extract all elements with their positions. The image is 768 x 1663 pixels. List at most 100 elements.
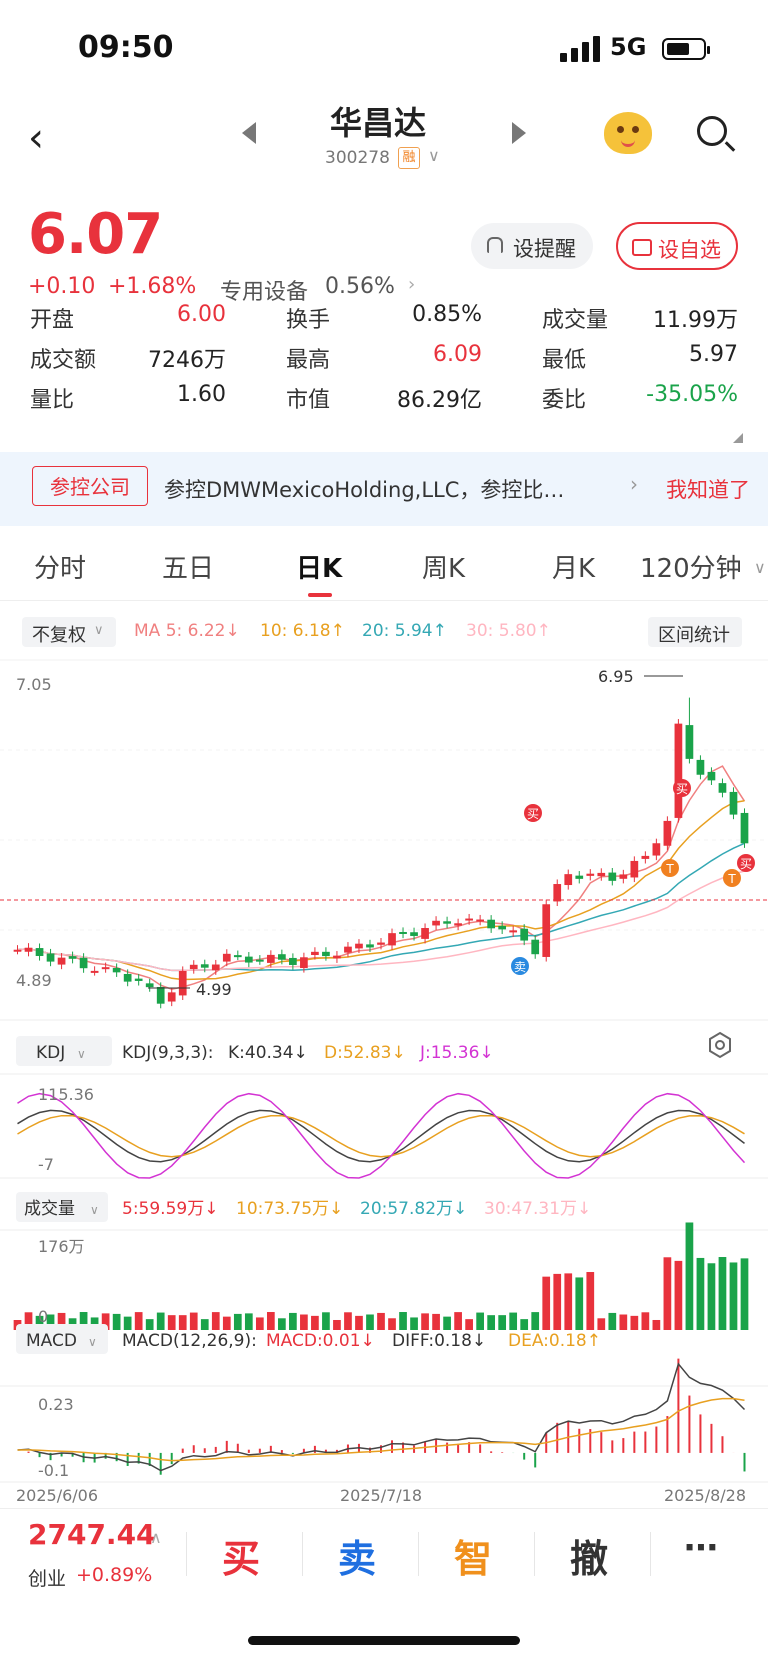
- chevron-down-icon: ∨: [77, 1047, 86, 1061]
- macd-y-bottom: -0.1: [38, 1461, 69, 1480]
- quote-label: 最低: [542, 348, 587, 373]
- macd-button-label: MACD: [26, 1331, 77, 1351]
- buy-button[interactable]: 买: [222, 1528, 260, 1583]
- t-marker-label: T: [665, 862, 674, 876]
- candle-body: [167, 992, 176, 1002]
- macd-diff: DIFF:0.18↓: [392, 1331, 486, 1351]
- tab-monthly-k[interactable]: 月K: [552, 548, 595, 585]
- smart-button[interactable]: 智: [454, 1528, 492, 1583]
- kdj-button-label: KDJ: [36, 1043, 65, 1063]
- volume-bar: [366, 1314, 374, 1330]
- candle-body: [597, 872, 606, 877]
- prev-stock-icon[interactable]: [242, 122, 256, 144]
- tab-five-day[interactable]: 五日: [162, 548, 214, 585]
- back-icon[interactable]: ‹: [28, 115, 44, 161]
- quote-value: 6.09: [433, 342, 482, 367]
- kdj-y-top: 115.36: [38, 1085, 94, 1104]
- candle-body: [289, 957, 297, 965]
- quote-label: 委比: [542, 388, 587, 413]
- volume-bar: [355, 1315, 363, 1330]
- volume-bar: [707, 1263, 716, 1330]
- volume-bar: [134, 1312, 143, 1330]
- buy-marker-label: 买: [527, 807, 539, 821]
- price-change: +0.10: [28, 274, 96, 299]
- notice-ack-button[interactable]: 我知道了: [666, 474, 750, 504]
- tab-intraday[interactable]: 分时: [34, 548, 86, 585]
- volume-bar: [410, 1317, 418, 1330]
- stock-code: 300278: [325, 148, 390, 168]
- candle-body: [729, 791, 738, 815]
- ma20-label: 20: 5.94↑: [362, 621, 447, 641]
- tab-weekly-k[interactable]: 周K: [422, 548, 465, 585]
- expand-corner-icon[interactable]: [733, 433, 743, 443]
- search-icon[interactable]: [697, 116, 727, 146]
- candle-body: [57, 957, 66, 965]
- macd-line: [17, 1397, 745, 1462]
- volume-bars: [13, 1222, 749, 1330]
- range-stats-button[interactable]: 区间统计: [648, 617, 742, 647]
- add-favorite-button[interactable]: 设自选: [616, 222, 738, 270]
- volume-bar: [509, 1312, 518, 1330]
- candle-body: [663, 820, 672, 846]
- mascot-icon[interactable]: [604, 112, 652, 154]
- index-name[interactable]: 创业: [28, 1564, 66, 1591]
- sector-pct[interactable]: 0.56%: [325, 274, 395, 299]
- candle-body: [685, 725, 694, 759]
- volume-bar: [641, 1312, 650, 1330]
- candle-body: [487, 919, 496, 929]
- chevron-down-icon[interactable]: ∨: [428, 146, 440, 165]
- index-value[interactable]: 2747.44: [28, 1518, 156, 1551]
- candle-body: [575, 875, 584, 879]
- volume-bar: [476, 1312, 484, 1330]
- vol-ma10: 10:73.75万↓: [236, 1199, 343, 1219]
- divider: [650, 1532, 651, 1576]
- candle-body: [377, 942, 385, 945]
- volume-bar: [178, 1315, 187, 1330]
- volume-bar: [531, 1312, 540, 1330]
- next-stock-icon[interactable]: [512, 122, 526, 144]
- tab-120min[interactable]: 120分钟: [640, 548, 742, 585]
- chevron-up-icon[interactable]: ∧: [150, 1528, 162, 1547]
- home-indicator: [248, 1636, 520, 1645]
- adjust-mode-dropdown[interactable]: 不复权 ∨: [22, 617, 116, 647]
- tab-daily-k[interactable]: 日K: [296, 548, 342, 585]
- notice-text[interactable]: 参控DMWMexicoHolding,LLC，参控比…: [164, 474, 614, 504]
- more-icon[interactable]: ⋯: [684, 1528, 718, 1568]
- volume-bar: [652, 1319, 661, 1330]
- chevron-right-icon[interactable]: ›: [630, 472, 638, 496]
- ma-line: [17, 870, 745, 972]
- candle-body: [112, 968, 121, 973]
- candle-body: [200, 964, 209, 968]
- settings-icon[interactable]: [709, 1031, 731, 1059]
- volume-bar: [200, 1319, 209, 1330]
- candle-body: [344, 946, 352, 953]
- ma10-label: 10: 6.18↑: [260, 621, 345, 641]
- sell-button[interactable]: 卖: [338, 1528, 376, 1583]
- volume-bar: [663, 1257, 672, 1330]
- candle-body: [222, 953, 231, 962]
- quote-label: 最高: [286, 348, 331, 373]
- macd-title: MACD(12,26,9):: [122, 1331, 257, 1351]
- candle-body: [68, 956, 77, 959]
- candle-body: [322, 951, 330, 957]
- quote-value: 86.29亿: [397, 388, 482, 413]
- candle-body: [123, 973, 132, 982]
- notice-tag[interactable]: 参控公司: [32, 466, 148, 506]
- volume-bar: [300, 1314, 308, 1330]
- chevron-down-icon[interactable]: ∨: [754, 558, 766, 577]
- quote-value: 7246万: [148, 348, 226, 373]
- volume-bar: [289, 1312, 297, 1330]
- candle-body: [399, 931, 407, 934]
- volume-bar: [597, 1318, 606, 1330]
- vol-ma20: 20:57.82万↓: [360, 1199, 467, 1219]
- candle-body: [189, 964, 198, 970]
- kline-chart[interactable]: 7.05 4.89 6.95 4.99 买卖买TT买 KDJ ∨ KDJ(9,3…: [0, 658, 768, 1503]
- index-pct[interactable]: +0.89%: [76, 1564, 152, 1586]
- volume-bar: [123, 1316, 132, 1330]
- quote-label: 成交量: [542, 308, 609, 333]
- cancel-order-button[interactable]: 撤: [570, 1528, 608, 1583]
- chevron-right-icon[interactable]: ›: [408, 274, 415, 295]
- candle-body: [90, 970, 99, 973]
- date-start: 2025/6/06: [16, 1486, 98, 1503]
- set-alert-button[interactable]: 设提醒: [471, 223, 593, 269]
